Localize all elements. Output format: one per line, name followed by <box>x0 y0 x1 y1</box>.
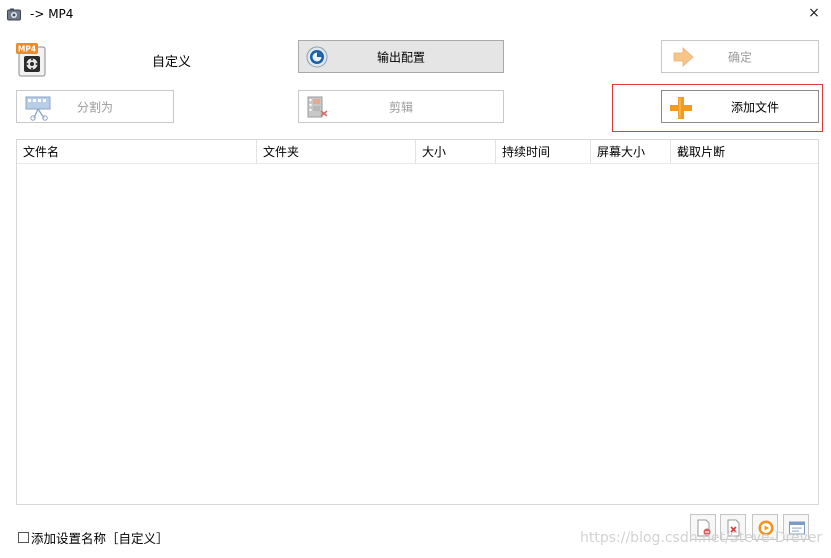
column-header-folder[interactable]: 文件夹 <box>257 140 416 164</box>
split-label: 分割为 <box>76 100 113 114</box>
output-config-button[interactable]: 输出配置 <box>298 40 504 73</box>
checkbox-box[interactable] <box>18 531 29 543</box>
add-file-button[interactable]: 添加文件 <box>661 90 819 123</box>
file-list-header: 文件名 文件夹 大小 持续时间 屏幕大小 截取片断 <box>17 140 818 164</box>
column-header-clip[interactable]: 截取片断 <box>671 140 818 164</box>
mp4-badge-text: MP4 <box>18 45 36 54</box>
ok-label: 确定 <box>727 50 752 64</box>
column-header-duration[interactable]: 持续时间 <box>496 140 591 164</box>
plus-icon <box>670 97 692 119</box>
output-config-label: 输出配置 <box>376 50 425 64</box>
column-header-filename[interactable]: 文件名 <box>17 140 257 164</box>
title-bar: -> MP4 × <box>0 0 831 30</box>
add-file-label: 添加文件 <box>730 100 779 114</box>
close-icon[interactable]: × <box>807 6 821 20</box>
edit-button[interactable]: 剪辑 <box>298 90 504 123</box>
split-button[interactable]: 分割为 <box>16 90 174 123</box>
file-list[interactable]: 文件名 文件夹 大小 持续时间 屏幕大小 截取片断 <box>16 139 819 505</box>
app-icon <box>7 8 21 21</box>
column-header-screen-size[interactable]: 屏幕大小 <box>591 140 671 164</box>
window-title: -> MP4 <box>30 7 74 21</box>
edit-label: 剪辑 <box>388 100 413 114</box>
mp4-format-icon: MP4 <box>16 43 46 77</box>
column-header-size[interactable]: 大小 <box>416 140 496 164</box>
add-setting-name-checkbox[interactable]: 添加设置名称［自定义］ <box>18 529 169 546</box>
add-setting-name-label: 添加设置名称［自定义］ <box>31 530 169 546</box>
watermark-text: https://blog.csdn.net/Steve-Drever <box>580 530 823 546</box>
preset-label: 自定义 <box>152 55 192 70</box>
ok-button[interactable]: 确定 <box>661 40 819 73</box>
